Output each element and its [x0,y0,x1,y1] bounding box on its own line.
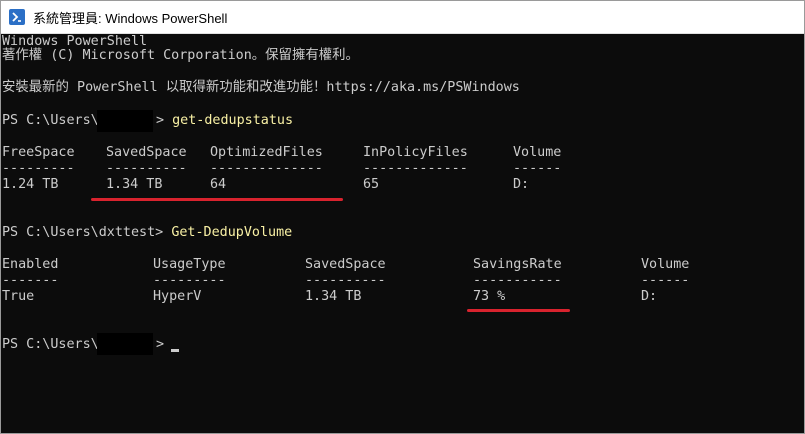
t1-cell-savedspace: 1.34 TB [106,177,163,192]
t1-header-savedspace: SavedSpace [106,145,187,160]
t1-dash-freespace: --------- [2,161,75,176]
prompt-3: PS C:\Users\ [2,337,99,353]
powershell-icon [9,9,25,25]
redacted-username-2 [97,333,153,355]
console-area[interactable]: Windows PowerShell 著作權 (C) Microsoft Cor… [1,34,804,433]
t2-dash-savingsrate: ----------- [473,273,562,288]
t1-dash-volume: ------ [513,161,562,176]
t2-cell-savedspace: 1.34 TB [305,289,362,304]
t2-dash-usagetype: --------- [153,273,226,288]
t1-cell-inpolicyfiles: 65 [363,177,380,192]
t1-dash-inpolicyfiles: ------------- [363,161,468,176]
command-2: Get-DedupVolume [171,225,293,240]
t1-dash-optimizedfiles: -------------- [210,161,323,176]
t2-dash-volume: ------ [641,273,690,288]
t2-cell-volume: D: [641,289,658,304]
t1-dash-savedspace: ---------- [106,161,187,176]
t2-cell-savingsrate: 73 % [473,289,506,304]
prompt-1-end: > get-dedupstatus [156,113,293,129]
prompt-3-prefix: PS C:\Users\ [2,337,99,352]
t2-header-enabled: Enabled [2,257,59,272]
prompt-3-end: > [156,337,164,353]
t2-header-usagetype: UsageType [153,257,226,272]
t2-header-volume: Volume [641,257,690,272]
text-cursor [171,349,179,352]
prompt-3-suffix: > [156,337,165,352]
prompt-2: PS C:\Users\dxttest> Get-DedupVolume [2,225,292,241]
title-bar[interactable]: 系統管理員: Windows PowerShell [1,1,804,34]
annotation-underline-2 [467,309,570,312]
t2-header-savedspace: SavedSpace [305,257,386,272]
window-title: 系統管理員: Windows PowerShell [33,10,228,26]
prompt-2-text: PS C:\Users\dxttest> [2,225,164,240]
t2-header-savingsrate: SavingsRate [473,257,562,272]
banner-line-2: 著作權 (C) Microsoft Corporation。保留擁有權利。 [2,48,359,63]
redacted-username-1 [97,110,153,132]
t1-cell-volume: D: [513,177,530,192]
t1-header-inpolicyfiles: InPolicyFiles [363,145,468,160]
prompt-1-suffix: > [156,113,165,128]
t1-cell-freespace: 1.24 TB [2,177,59,192]
t1-header-freespace: FreeSpace [2,145,75,160]
annotation-underline-1 [91,198,343,201]
t2-cell-usagetype: HyperV [153,289,202,304]
powershell-window: 系統管理員: Windows PowerShell Windows PowerS… [0,0,805,434]
banner-line-3: 安裝最新的 PowerShell 以取得新功能和改進功能！https://aka… [2,80,520,95]
command-1: get-dedupstatus [172,113,294,128]
t1-cell-optimizedfiles: 64 [210,177,227,192]
t2-cell-enabled: True [2,289,35,304]
prompt-1: PS C:\Users\ [2,113,99,129]
t2-dash-enabled: ------- [2,273,59,288]
t1-header-volume: Volume [513,145,562,160]
t2-dash-savedspace: ---------- [305,273,386,288]
prompt-1-prefix: PS C:\Users\ [2,113,99,128]
t1-header-optimizedfiles: OptimizedFiles [210,145,323,160]
